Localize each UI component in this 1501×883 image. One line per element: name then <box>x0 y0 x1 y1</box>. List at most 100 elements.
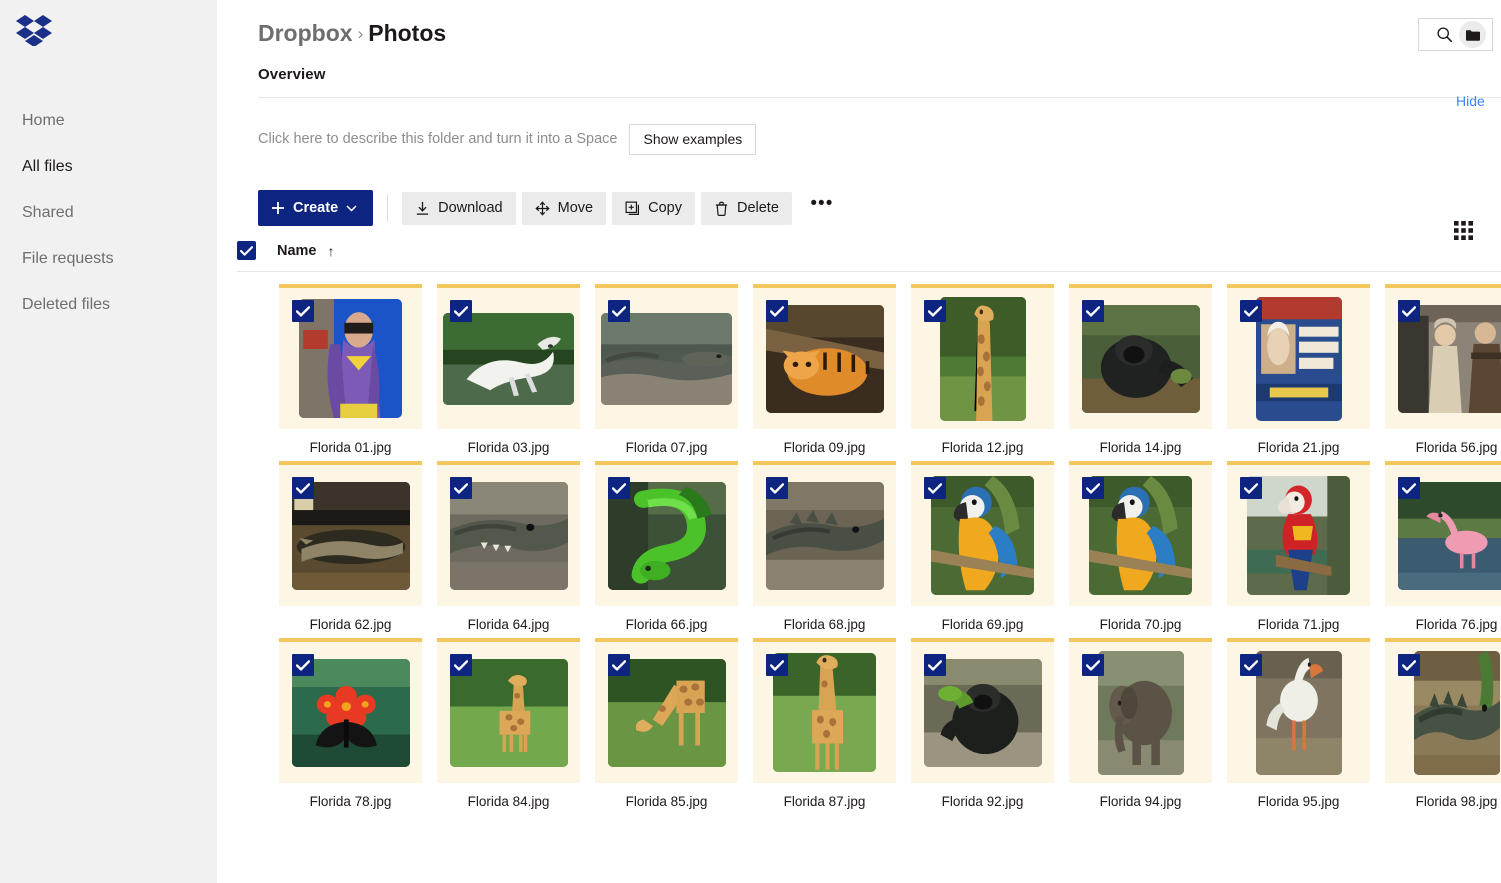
file-name-label[interactable]: Florida 56.jpg <box>1385 440 1501 455</box>
file-tile[interactable] <box>1227 461 1370 606</box>
file-name-label[interactable]: Florida 68.jpg <box>753 617 896 632</box>
file-select-checkbox[interactable] <box>450 300 472 322</box>
file-name-label[interactable]: Florida 07.jpg <box>595 440 738 455</box>
file-tile[interactable] <box>437 461 580 606</box>
grid-view-toggle[interactable] <box>1454 221 1473 245</box>
file-name-label[interactable]: Florida 85.jpg <box>595 794 738 809</box>
file-select-checkbox[interactable] <box>1082 654 1104 676</box>
select-all-checkbox[interactable] <box>237 241 256 260</box>
file-select-checkbox[interactable] <box>608 654 630 676</box>
file-tile[interactable] <box>595 284 738 429</box>
file-grid-cell: Florida 07.jpg <box>595 284 753 455</box>
file-select-checkbox[interactable] <box>1398 477 1420 499</box>
file-name-label[interactable]: Florida 64.jpg <box>437 617 580 632</box>
column-header-name[interactable]: Name <box>277 243 317 259</box>
file-name-label[interactable]: Florida 87.jpg <box>753 794 896 809</box>
file-tile[interactable] <box>753 284 896 429</box>
sidebar-item-home[interactable]: Home <box>0 98 217 144</box>
file-name-label[interactable]: Florida 94.jpg <box>1069 794 1212 809</box>
file-select-checkbox[interactable] <box>1240 654 1262 676</box>
file-tile[interactable] <box>911 284 1054 429</box>
describe-folder-input[interactable]: Click here to describe this folder and t… <box>258 131 617 147</box>
file-tile[interactable] <box>595 638 738 783</box>
file-name-label[interactable]: Florida 70.jpg <box>1069 617 1212 632</box>
folder-button[interactable] <box>1459 21 1486 48</box>
sort-ascending-icon[interactable]: ↑ <box>328 243 335 259</box>
file-tile[interactable] <box>1069 638 1212 783</box>
file-tile[interactable] <box>1385 461 1501 606</box>
file-thumbnail <box>773 653 876 772</box>
move-button[interactable]: Move <box>521 191 607 225</box>
file-name-label[interactable]: Florida 66.jpg <box>595 617 738 632</box>
file-select-checkbox[interactable] <box>766 477 788 499</box>
file-tile[interactable] <box>437 638 580 783</box>
check-icon <box>1402 659 1416 671</box>
file-tile[interactable] <box>1069 284 1212 429</box>
file-name-label[interactable]: Florida 95.jpg <box>1227 794 1370 809</box>
file-tile[interactable] <box>753 461 896 606</box>
file-tile[interactable] <box>279 284 422 429</box>
file-tile[interactable] <box>1069 461 1212 606</box>
sidebar-item-all-files[interactable]: All files <box>0 144 217 190</box>
sidebar-item-deleted-files[interactable]: Deleted files <box>0 282 217 328</box>
file-tile[interactable] <box>1385 284 1501 429</box>
file-name-label[interactable]: Florida 78.jpg <box>279 794 422 809</box>
search-button[interactable] <box>1429 20 1459 50</box>
file-name-label[interactable]: Florida 92.jpg <box>911 794 1054 809</box>
file-tile[interactable] <box>753 638 896 783</box>
file-name-label[interactable]: Florida 14.jpg <box>1069 440 1212 455</box>
file-select-checkbox[interactable] <box>924 654 946 676</box>
file-select-checkbox[interactable] <box>450 477 472 499</box>
file-tile[interactable] <box>911 461 1054 606</box>
file-name-label[interactable]: Florida 84.jpg <box>437 794 580 809</box>
file-select-checkbox[interactable] <box>1240 300 1262 322</box>
file-select-checkbox[interactable] <box>450 654 472 676</box>
file-tile[interactable] <box>595 461 738 606</box>
file-name-label[interactable]: Florida 12.jpg <box>911 440 1054 455</box>
file-select-checkbox[interactable] <box>1240 477 1262 499</box>
create-button[interactable]: Create <box>258 190 374 226</box>
dropbox-logo-link[interactable] <box>0 0 217 62</box>
file-tile[interactable] <box>279 638 422 783</box>
file-tile[interactable] <box>437 284 580 429</box>
file-tile[interactable] <box>1227 638 1370 783</box>
file-tile[interactable] <box>911 638 1054 783</box>
file-name-label[interactable]: Florida 09.jpg <box>753 440 896 455</box>
file-select-checkbox[interactable] <box>292 654 314 676</box>
sidebar-item-label: All files <box>22 158 73 175</box>
file-name-label[interactable]: Florida 01.jpg <box>279 440 422 455</box>
thumbnail-image <box>1089 476 1192 595</box>
hide-overview-link[interactable]: Hide <box>1456 93 1485 109</box>
file-tile[interactable] <box>1385 638 1501 783</box>
sidebar-item-file-requests[interactable]: File requests <box>0 236 217 282</box>
file-select-checkbox[interactable] <box>766 300 788 322</box>
list-header-row: Name ↑ <box>237 241 1501 272</box>
file-select-checkbox[interactable] <box>1398 300 1420 322</box>
file-select-checkbox[interactable] <box>292 300 314 322</box>
file-select-checkbox[interactable] <box>1398 654 1420 676</box>
file-name-label[interactable]: Florida 76.jpg <box>1385 617 1501 632</box>
file-name-label[interactable]: Florida 71.jpg <box>1227 617 1370 632</box>
file-tile[interactable] <box>279 461 422 606</box>
file-select-checkbox[interactable] <box>924 477 946 499</box>
download-button[interactable]: Download <box>402 191 516 225</box>
file-select-checkbox[interactable] <box>608 477 630 499</box>
file-tile[interactable] <box>1227 284 1370 429</box>
file-select-checkbox[interactable] <box>766 654 788 676</box>
sidebar-item-shared[interactable]: Shared <box>0 190 217 236</box>
file-select-checkbox[interactable] <box>1082 300 1104 322</box>
file-name-label[interactable]: Florida 03.jpg <box>437 440 580 455</box>
delete-button[interactable]: Delete <box>700 191 792 225</box>
file-select-checkbox[interactable] <box>924 300 946 322</box>
file-name-label[interactable]: Florida 62.jpg <box>279 617 422 632</box>
file-name-label[interactable]: Florida 21.jpg <box>1227 440 1370 455</box>
breadcrumb-root[interactable]: Dropbox <box>258 20 353 46</box>
file-select-checkbox[interactable] <box>1082 477 1104 499</box>
file-name-label[interactable]: Florida 98.jpg <box>1385 794 1501 809</box>
file-select-checkbox[interactable] <box>292 477 314 499</box>
file-name-label[interactable]: Florida 69.jpg <box>911 617 1054 632</box>
show-examples-button[interactable]: Show examples <box>629 123 757 155</box>
file-select-checkbox[interactable] <box>608 300 630 322</box>
more-actions-button[interactable]: ••• <box>804 192 840 225</box>
copy-button[interactable]: Copy <box>612 191 695 225</box>
